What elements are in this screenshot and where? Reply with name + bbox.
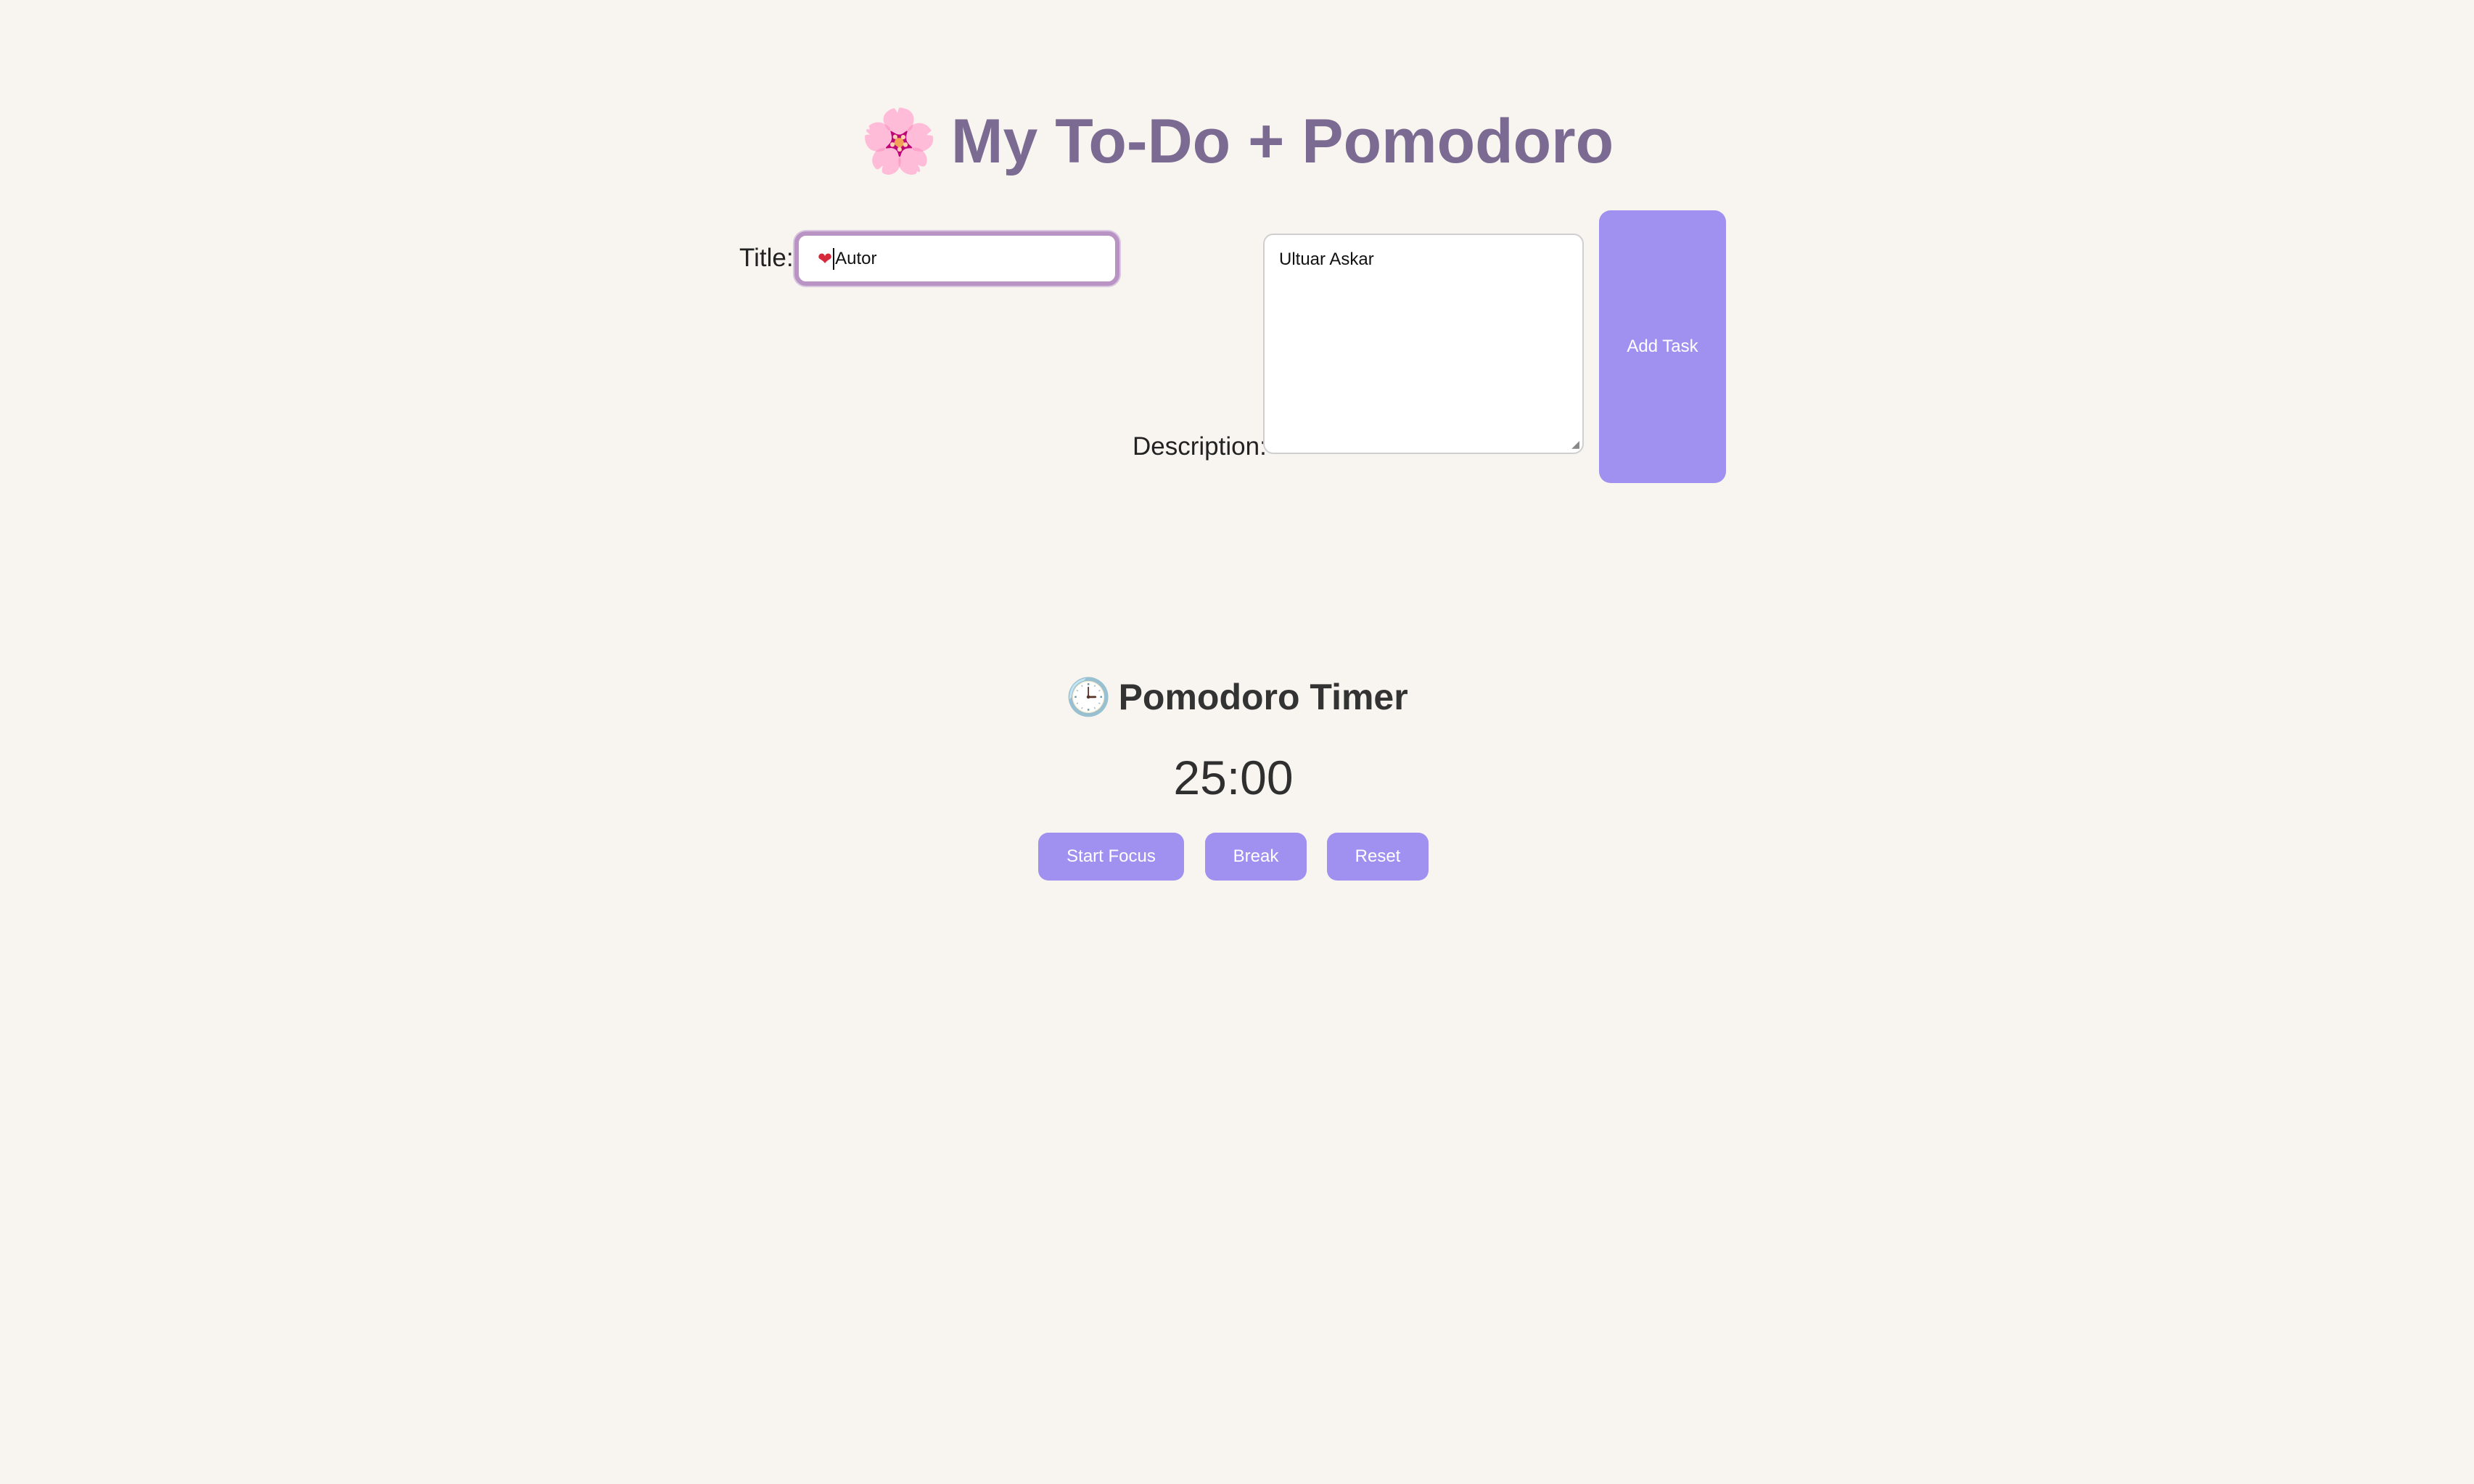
text-caret — [833, 247, 835, 270]
start-focus-button[interactable]: Start Focus — [1038, 833, 1184, 881]
page-title: 🌸 My To-Do + Pomodoro — [0, 102, 2474, 181]
title-label: Title: — [739, 244, 794, 272]
clock-icon: 🕒 — [1066, 676, 1111, 718]
description-label: Description: — [1133, 432, 1267, 461]
break-button[interactable]: Break — [1205, 833, 1307, 881]
flower-icon: 🌸 — [860, 105, 938, 178]
title-input-value: Autor — [835, 248, 877, 268]
add-task-button[interactable]: Add Task — [1599, 210, 1726, 483]
resize-handle-icon[interactable]: ◢ — [1568, 438, 1579, 450]
timer-display: 25:00 — [1173, 751, 1294, 804]
description-value: Ultuar Askar — [1279, 250, 1374, 269]
page-title-text: My To-Do + Pomodoro — [950, 107, 1614, 176]
pomodoro-heading: 🕒 Pomodoro Timer — [0, 672, 2474, 722]
reset-button[interactable]: Reset — [1327, 833, 1429, 881]
pomodoro-heading-text: Pomodoro Timer — [1118, 677, 1408, 717]
description-textarea[interactable]: Ultuar Askar ◢ — [1263, 234, 1584, 454]
heart-icon: ❤ — [818, 248, 833, 269]
title-input[interactable]: ❤ Autor — [794, 231, 1119, 286]
